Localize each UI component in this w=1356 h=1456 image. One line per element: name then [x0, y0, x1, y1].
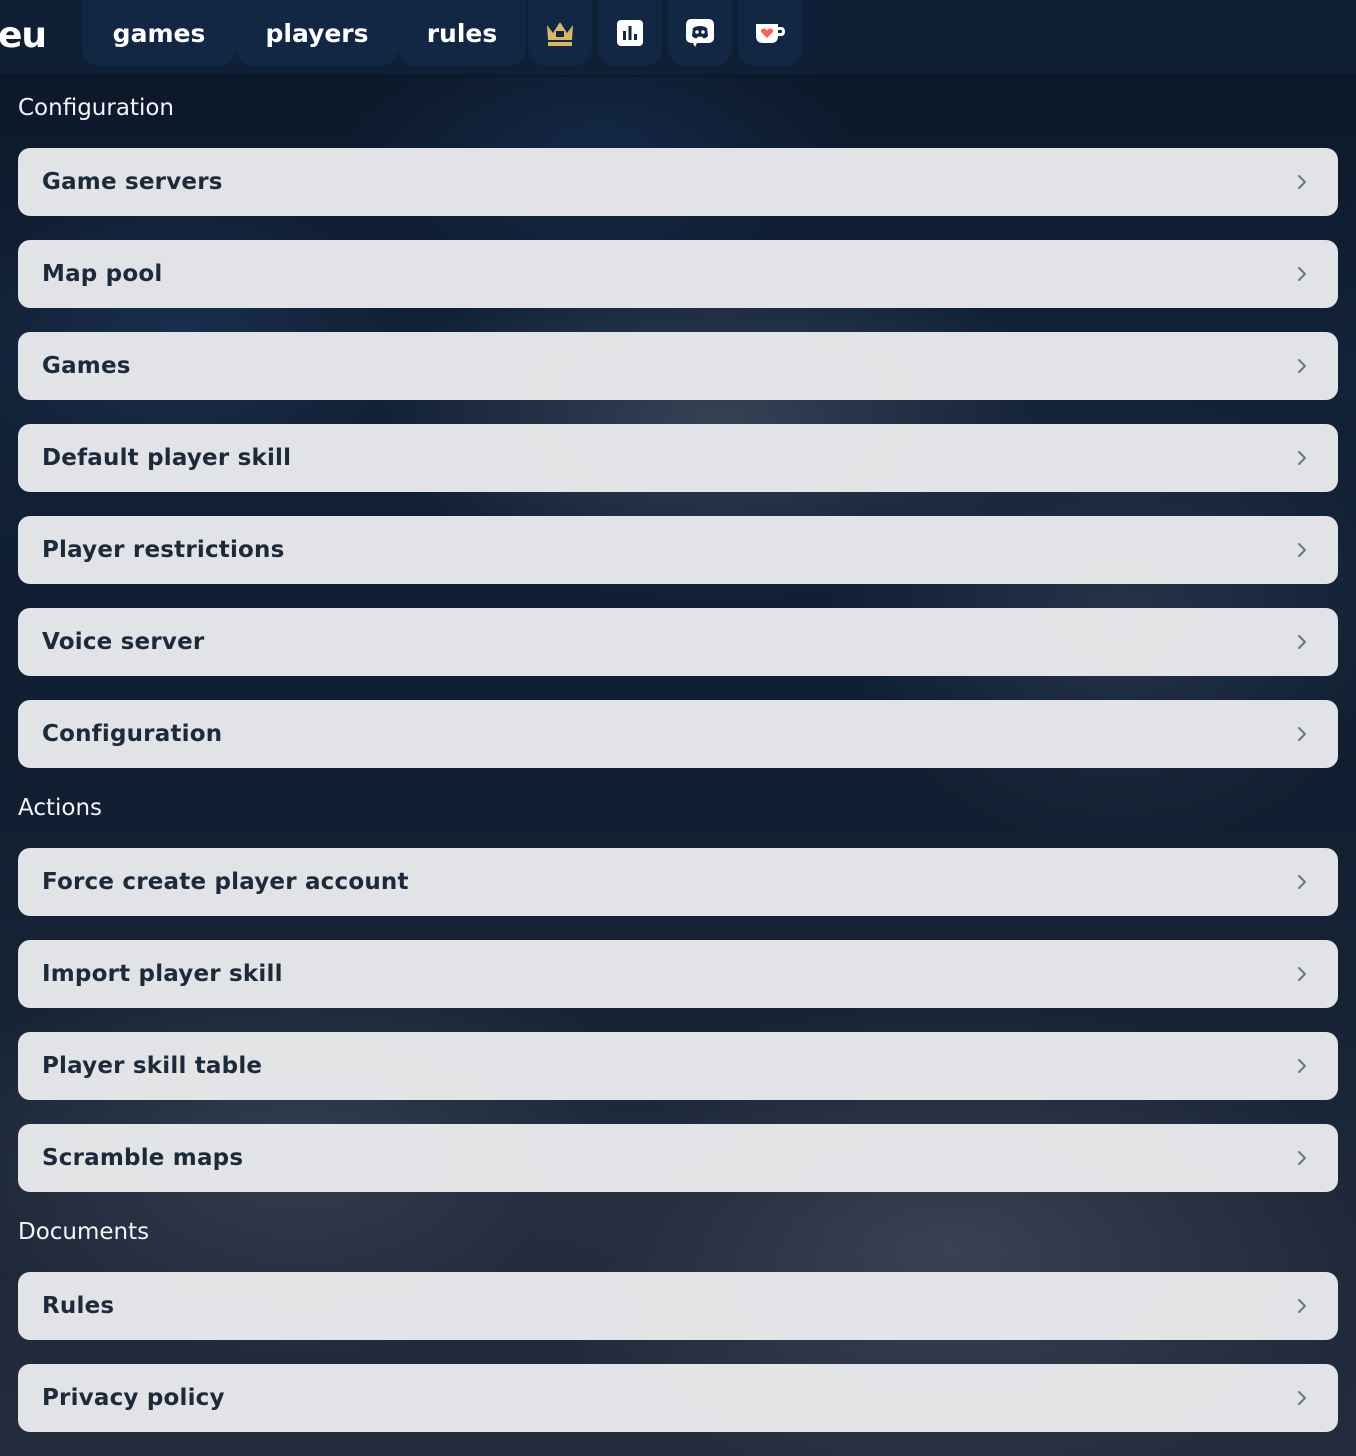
settings-item-configuration[interactable]: Configuration: [18, 700, 1338, 768]
chevron-right-icon: [1298, 1299, 1306, 1313]
action-item-scramble-maps[interactable]: Scramble maps: [18, 1124, 1338, 1192]
settings-item-label: Game servers: [42, 169, 223, 195]
chevron-right-icon: [1298, 967, 1306, 981]
crown-icon-graphic: [547, 22, 573, 46]
nav-tab-players[interactable]: players: [236, 0, 398, 66]
section-title-actions: Actions: [18, 795, 103, 821]
discord-icon[interactable]: [668, 0, 732, 66]
action-item-label: Player skill table: [42, 1053, 263, 1079]
top-navigation-bar: eu games players rules: [0, 0, 1356, 76]
chevron-right-icon: [1298, 1391, 1306, 1405]
settings-item-games[interactable]: Games: [18, 332, 1338, 400]
chevron-right-icon: [1298, 1151, 1306, 1165]
nav-tab-rules[interactable]: rules: [398, 0, 526, 66]
chevron-right-icon: [1298, 875, 1306, 889]
settings-item-game-servers[interactable]: Game servers: [18, 148, 1338, 216]
settings-item-label: Games: [42, 353, 131, 379]
action-item-label: Import player skill: [42, 961, 283, 987]
chevron-right-icon: [1298, 635, 1306, 649]
section-title-configuration: Configuration: [18, 95, 174, 121]
action-item-label: Scramble maps: [42, 1145, 244, 1171]
section-title-documents: Documents: [18, 1219, 150, 1245]
stats-icon[interactable]: [598, 0, 662, 66]
chevron-right-icon: [1298, 727, 1306, 741]
document-item-label: Privacy policy: [42, 1385, 225, 1411]
crown-icon[interactable]: [528, 0, 592, 66]
chevron-right-icon: [1298, 451, 1306, 465]
settings-item-voice-server[interactable]: Voice server: [18, 608, 1338, 676]
settings-item-label: Voice server: [42, 629, 205, 655]
settings-item-label: Player restrictions: [42, 537, 285, 563]
action-item-force-create-player-account[interactable]: Force create player account: [18, 848, 1338, 916]
action-item-import-player-skill[interactable]: Import player skill: [18, 940, 1338, 1008]
kofi-cup-icon[interactable]: [738, 0, 802, 66]
chevron-right-icon: [1298, 543, 1306, 557]
settings-item-map-pool[interactable]: Map pool: [18, 240, 1338, 308]
chevron-right-icon: [1298, 359, 1306, 373]
stats-icon-graphic: [617, 20, 643, 46]
settings-item-label: Configuration: [42, 721, 223, 747]
settings-item-label: Default player skill: [42, 445, 292, 471]
kofi-cup-icon-graphic: [756, 24, 785, 43]
discord-icon-graphic: [686, 19, 714, 47]
action-item-player-skill-table[interactable]: Player skill table: [18, 1032, 1338, 1100]
settings-item-default-player-skill[interactable]: Default player skill: [18, 424, 1338, 492]
settings-item-label: Map pool: [42, 261, 163, 287]
action-item-label: Force create player account: [42, 869, 409, 895]
document-item-rules[interactable]: Rules: [18, 1272, 1338, 1340]
settings-item-player-restrictions[interactable]: Player restrictions: [18, 516, 1338, 584]
site-logo-fragment[interactable]: eu: [0, 14, 47, 58]
chevron-right-icon: [1298, 175, 1306, 189]
nav-tab-games[interactable]: games: [82, 0, 236, 66]
document-item-label: Rules: [42, 1293, 115, 1319]
chevron-right-icon: [1298, 267, 1306, 281]
chevron-right-icon: [1298, 1059, 1306, 1073]
document-item-privacy-policy[interactable]: Privacy policy: [18, 1364, 1338, 1432]
